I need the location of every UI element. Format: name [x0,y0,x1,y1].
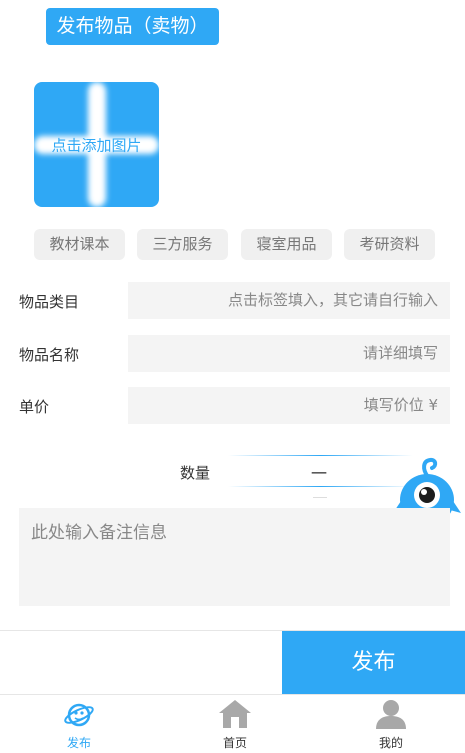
tab-publish[interactable]: 发布 [29,695,129,753]
tag-textbooks[interactable]: 教材课本 [34,229,125,260]
home-icon [219,700,251,728]
quantity-label: 数量 [180,464,211,482]
category-input[interactable] [128,282,450,319]
tab-mine-label: 我的 [378,736,403,750]
tag-exam-materials[interactable]: 考研资料 [344,229,435,260]
quantity-line-bottom [228,486,413,487]
price-input[interactable] [128,387,450,424]
quantity-minus-button[interactable]: 一 [311,460,327,484]
price-label: 单价 [19,398,50,416]
tab-home-label: 首页 [222,736,247,750]
item-name-input[interactable] [128,335,450,372]
tab-publish-label: 发布 [66,736,91,750]
tag-dorm-supplies[interactable]: 寝室用品 [241,229,332,260]
category-tags: 教材课本 三方服务 寝室用品 考研资料 [34,229,435,260]
tab-home[interactable]: 首页 [185,695,285,753]
category-label: 物品类目 [19,293,80,311]
page-title: 发布物品（卖物） [46,8,219,45]
user-icon [376,700,406,729]
planet-icon [64,703,94,727]
item-name-label: 物品名称 [19,346,80,364]
quantity-line-top [228,455,413,456]
remarks-input[interactable] [19,508,450,606]
add-image-label: 点击添加图片 [51,136,142,154]
tag-services[interactable]: 三方服务 [137,229,228,260]
add-image-button[interactable]: 点击添加图片 [34,82,159,207]
quantity-divider [313,497,327,498]
bottom-tab-bar: 发布 首页 我的 [0,694,465,753]
tab-mine[interactable]: 我的 [341,695,441,753]
publish-button[interactable]: 发布 [282,631,465,694]
